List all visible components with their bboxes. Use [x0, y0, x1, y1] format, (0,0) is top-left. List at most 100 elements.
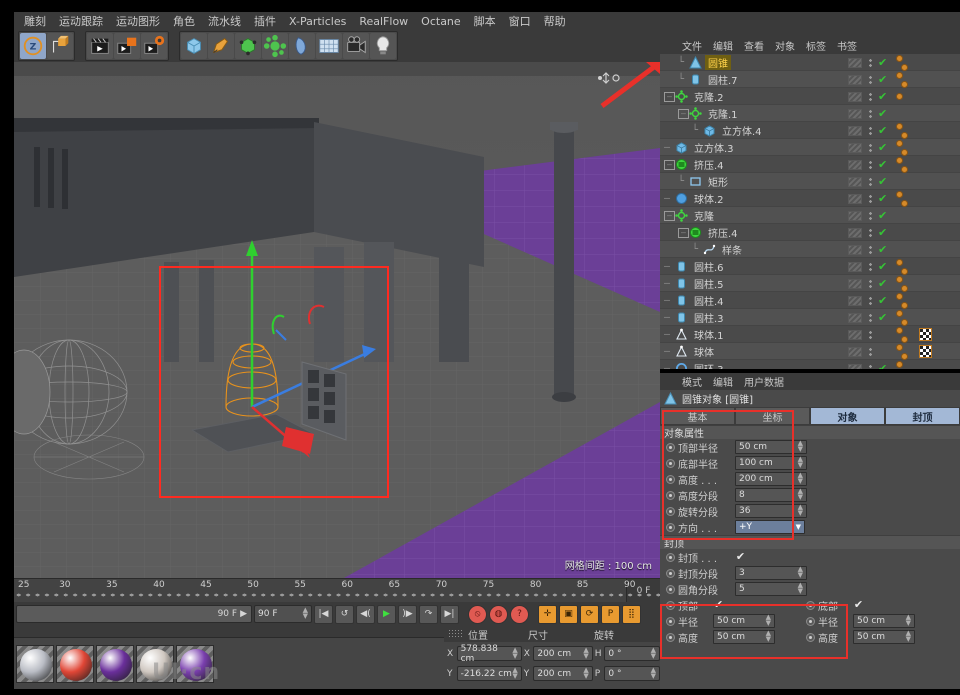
tag-dot-b-1[interactable] [901, 81, 908, 88]
render-settings-button[interactable] [141, 33, 167, 59]
cap-pair-right-field-2[interactable]: 50 cm▲▼ [853, 630, 915, 644]
object-name-18[interactable]: 圆环.3 [691, 361, 727, 370]
render-region-button[interactable] [114, 33, 140, 59]
coord-pos-field-1[interactable]: -216.22 cm▲▼ [457, 666, 522, 681]
visibility-dots-3[interactable] [866, 108, 876, 120]
menu-item-1[interactable]: 运动跟踪 [59, 13, 103, 29]
object-name-14[interactable]: 圆柱.4 [691, 293, 727, 308]
visibility-dots-8[interactable] [866, 193, 876, 205]
visibility-dots-12[interactable] [866, 261, 876, 273]
menu-item-4[interactable]: 流水线 [208, 13, 241, 29]
visibility-dots-7[interactable] [866, 176, 876, 188]
object-prop-field-4-spinner[interactable]: ▲▼ [798, 505, 803, 517]
object-name-17[interactable]: 球体 [691, 344, 717, 359]
menu-item-9[interactable]: 脚本 [474, 13, 496, 29]
layer-color-swatch-16[interactable] [848, 330, 862, 340]
coord-size-field-1[interactable]: 200 cm▲▼ [533, 666, 592, 681]
prop-anim-track-icon-3[interactable] [666, 491, 675, 500]
enable-check-8[interactable]: ✔ [878, 193, 890, 204]
enable-check-0[interactable]: ✔ [878, 57, 890, 68]
attribute-menu-2[interactable]: 用户数据 [744, 374, 784, 389]
tag-dot-a-1[interactable] [896, 72, 903, 79]
menu-item-0[interactable]: 雕刻 [24, 13, 46, 29]
object-row-1[interactable]: └圆柱.7✔ [660, 71, 960, 88]
attribute-body[interactable]: 对象属性顶部半径50 cm▲▼底部半径100 cm▲▼高度 . . .200 c… [660, 425, 960, 689]
object-name-10[interactable]: 挤压.4 [705, 225, 741, 240]
record-active-button[interactable]: ⦸ [468, 605, 487, 624]
timeline-ruler[interactable]: 0 F 2530354045505560657075808590 [14, 578, 660, 602]
enable-check-15[interactable]: ✔ [878, 312, 890, 323]
object-row-0[interactable]: └圆锥✔ [660, 54, 960, 71]
tag-dots-17[interactable] [896, 344, 914, 360]
layer-color-swatch-4[interactable] [848, 126, 862, 136]
object-row-18[interactable]: –圆环.3✔ [660, 360, 960, 369]
material-manager[interactable] [14, 638, 444, 689]
object-name-7[interactable]: 矩形 [705, 174, 731, 189]
cap-pair-left-field-2-spinner[interactable]: ▲▼ [766, 631, 771, 643]
object-row-12[interactable]: –圆柱.6✔ [660, 258, 960, 275]
cap-pair-left-anim-icon-2[interactable] [666, 633, 675, 642]
tag-dot-b-13[interactable] [901, 285, 908, 292]
end-frame-spinner[interactable]: ▲▼ [303, 608, 308, 620]
object-manager-menu-3[interactable]: 对象 [775, 38, 795, 53]
coordinate-manager[interactable]: X578.838 cm▲▼X200 cm▲▼H0 °▲▼Y-216.22 cm▲… [444, 642, 660, 689]
menu-item-3[interactable]: 角色 [173, 13, 195, 29]
object-name-12[interactable]: 圆柱.6 [691, 259, 727, 274]
coord-rot-spinner-1[interactable]: ▲▼ [651, 668, 656, 680]
object-row-10[interactable]: –挤压.4✔ [660, 224, 960, 241]
object-name-15[interactable]: 圆柱.3 [691, 310, 727, 325]
tag-dot-a-18[interactable] [896, 361, 903, 368]
cap-anim-track-icon-0[interactable] [666, 553, 675, 562]
coord-rot-field-0[interactable]: 0 °▲▼ [604, 646, 660, 661]
tag-dot-b-4[interactable] [901, 132, 908, 139]
expander-collapse-icon-2[interactable]: – [664, 91, 675, 102]
object-row-8[interactable]: –球体.2✔ [660, 190, 960, 207]
tag-dots-14[interactable] [896, 293, 914, 309]
texture-tag-17[interactable] [919, 345, 932, 358]
tag-dot-b-15[interactable] [901, 319, 908, 326]
visibility-dots-16[interactable] [866, 329, 876, 341]
object-name-9[interactable]: 克隆 [691, 208, 717, 223]
prop-anim-track-icon-0[interactable] [666, 443, 675, 452]
coord-rot-field-1[interactable]: 0 °▲▼ [604, 666, 660, 681]
play-back-button[interactable]: ↺ [335, 605, 354, 624]
object-row-7[interactable]: └矩形✔ [660, 173, 960, 190]
scale-key-button[interactable]: ▣ [559, 605, 578, 624]
visibility-dots-15[interactable] [866, 312, 876, 324]
tag-dots-18[interactable] [896, 361, 914, 370]
tag-dot-b-8[interactable] [901, 200, 908, 207]
cap-pair-left-field-1[interactable]: 50 cm▲▼ [713, 614, 775, 628]
enable-check-3[interactable]: ✔ [878, 108, 890, 119]
cap-pair-right-field-1[interactable]: 50 cm▲▼ [853, 614, 915, 628]
prop-anim-track-icon-4[interactable] [666, 507, 675, 516]
object-row-2[interactable]: –克隆.2✔ [660, 88, 960, 105]
tag-dot-a-2[interactable] [896, 93, 903, 100]
cap-pair-right-field-2-spinner[interactable]: ▲▼ [906, 631, 911, 643]
layer-color-swatch-8[interactable] [848, 194, 862, 204]
cap-field-2-spinner[interactable]: ▲▼ [798, 583, 803, 595]
visibility-dots-17[interactable] [866, 346, 876, 358]
attribute-menu-1[interactable]: 编辑 [713, 374, 733, 389]
expander-collapse-icon-3[interactable]: – [678, 108, 689, 119]
render-view-button[interactable] [87, 33, 113, 59]
object-name-1[interactable]: 圆柱.7 [705, 72, 741, 87]
menu-item-2[interactable]: 运动图形 [116, 13, 160, 29]
object-name-3[interactable]: 克隆.1 [705, 106, 741, 121]
enable-check-12[interactable]: ✔ [878, 261, 890, 272]
object-name-8[interactable]: 球体.2 [691, 191, 727, 206]
visibility-dots-6[interactable] [866, 159, 876, 171]
object-row-16[interactable]: –球体.1 [660, 326, 960, 343]
generator-button[interactable] [235, 33, 261, 59]
coord-size-spinner-0[interactable]: ▲▼ [583, 648, 588, 660]
visibility-dots-11[interactable] [866, 244, 876, 256]
object-prop-field-5[interactable]: +Y▼ [735, 520, 805, 534]
cap-anim-track-icon-1[interactable] [666, 569, 675, 578]
light-button[interactable] [370, 33, 396, 59]
enable-check-1[interactable]: ✔ [878, 74, 890, 85]
object-prop-field-4[interactable]: 36▲▼ [735, 504, 807, 518]
object-manager-menu-1[interactable]: 编辑 [713, 38, 733, 53]
visibility-dots-9[interactable] [866, 210, 876, 222]
expander-collapse-icon-6[interactable]: – [664, 159, 675, 170]
play-forward-button[interactable]: ▶ [377, 605, 396, 624]
tag-dots-0[interactable] [896, 55, 914, 71]
